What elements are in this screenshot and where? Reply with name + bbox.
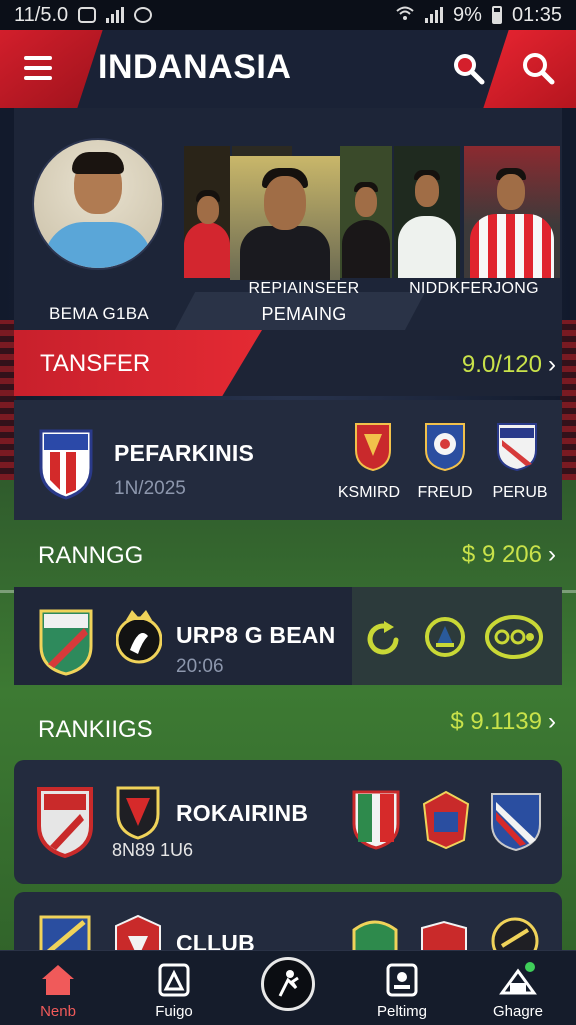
- player-caption-sub: PEMAING: [261, 304, 347, 324]
- player-caption: REPIAINSEER: [248, 280, 360, 297]
- bottom-navigation: Nenb Fuigo Peltimg Ghagre: [0, 950, 576, 1025]
- menu-icon[interactable]: [24, 56, 52, 80]
- share-icon: [498, 961, 538, 997]
- club-crest-icon[interactable]: [420, 920, 468, 953]
- app-title: INDANASIA: [98, 48, 292, 86]
- match-subtitle: 8N89 1U6: [112, 840, 194, 860]
- app-header: INDANASIA: [0, 30, 576, 108]
- search-icon[interactable]: [450, 50, 486, 86]
- search-icon-secondary[interactable]: [520, 50, 556, 86]
- nav-players[interactable]: Peltimg: [352, 951, 452, 1025]
- signal-strength-icon: [425, 7, 444, 23]
- player-center-button[interactable]: [261, 957, 315, 1011]
- app-notification-icon: [134, 7, 153, 23]
- crowd-right: [560, 320, 576, 480]
- club-crest-icon: [38, 608, 94, 676]
- club-crest-icon: [36, 786, 94, 859]
- id-card-icon: [386, 963, 418, 997]
- player-caption-right: NIDDKFERJONG: [409, 280, 539, 297]
- club-crest-icon[interactable]: [490, 916, 540, 965]
- nav-fixtures[interactable]: Fuigo: [124, 951, 224, 1025]
- club-label: FREUD: [417, 484, 473, 501]
- rankings-label: RANKIIGS: [38, 716, 153, 743]
- player-photo[interactable]: [184, 146, 230, 278]
- status-bar: 11/5.0 9% 01:35: [0, 0, 576, 30]
- chevron-right-icon[interactable]: ›: [548, 541, 556, 569]
- club-label: KSMIRD: [337, 484, 401, 501]
- match-date: 1N/2025: [114, 478, 186, 499]
- sponsor-badge-icon[interactable]: [484, 614, 544, 660]
- nav-label: Ghagre: [492, 1003, 544, 1020]
- club-crest-icon: [116, 782, 160, 840]
- status-time: 11/5.0: [14, 3, 69, 26]
- match-card[interactable]: [14, 400, 562, 520]
- transfer-value: 9.0/120: [461, 351, 542, 378]
- player-photo[interactable]: [230, 156, 340, 280]
- signal-icon: [106, 7, 125, 23]
- featured-player-avatar[interactable]: [32, 138, 164, 270]
- club-crest-icon: [38, 428, 93, 500]
- nav-label: Fuigo: [155, 1003, 193, 1020]
- player-photo[interactable]: [464, 146, 560, 278]
- battery-percent: 9%: [453, 3, 482, 26]
- nav-label: Peltimg: [376, 1003, 428, 1020]
- rankings-value: $ 9.1139: [450, 708, 542, 735]
- player-silhouette-icon: [278, 970, 299, 997]
- nav-home[interactable]: Nenb: [8, 951, 108, 1025]
- nav-label: Nenb: [40, 1003, 76, 1020]
- trophy-badge-icon[interactable]: [424, 616, 466, 658]
- club-crest-icon: [115, 606, 163, 668]
- club-crest-icon[interactable]: [420, 790, 472, 850]
- featured-player-name: BEMA G1BA: [48, 304, 150, 323]
- club-crest-icon[interactable]: [352, 918, 398, 954]
- status-clock: 01:35: [511, 3, 562, 26]
- home-icon: [40, 963, 76, 997]
- wifi-icon: [395, 4, 415, 27]
- nav-share[interactable]: Ghagre: [468, 951, 568, 1025]
- match-title: URP8 G BEAN: [176, 622, 336, 648]
- ranking-value: $ 9 206: [461, 541, 542, 568]
- match-title: ROKAIRINB: [176, 800, 309, 826]
- chevron-right-icon[interactable]: ›: [548, 351, 556, 379]
- match-title: PEFARKINIS: [114, 440, 255, 466]
- transfer-label: TANSFER: [40, 350, 151, 377]
- featured-players: BEMA G1BA REPIAINSEER PEMAING NIDDKFERJO…: [14, 108, 562, 336]
- chevron-right-icon[interactable]: ›: [548, 708, 556, 736]
- club-crest-icon[interactable]: [490, 790, 542, 852]
- match-time: 20:06: [176, 656, 224, 677]
- club-crest-icon[interactable]: [496, 420, 538, 472]
- club-crest-icon[interactable]: [424, 420, 466, 472]
- club-crest-icon[interactable]: [352, 788, 400, 850]
- club-label: PERUB: [492, 484, 548, 501]
- refresh-icon[interactable]: [362, 618, 404, 660]
- player-photo[interactable]: [340, 146, 392, 278]
- camera-icon: [78, 7, 97, 23]
- club-crest-icon[interactable]: [354, 420, 392, 472]
- battery-icon: [491, 6, 502, 24]
- profile-card-icon: [158, 963, 190, 997]
- ranking-label: RANNGG: [38, 542, 144, 569]
- player-photo[interactable]: [394, 146, 460, 278]
